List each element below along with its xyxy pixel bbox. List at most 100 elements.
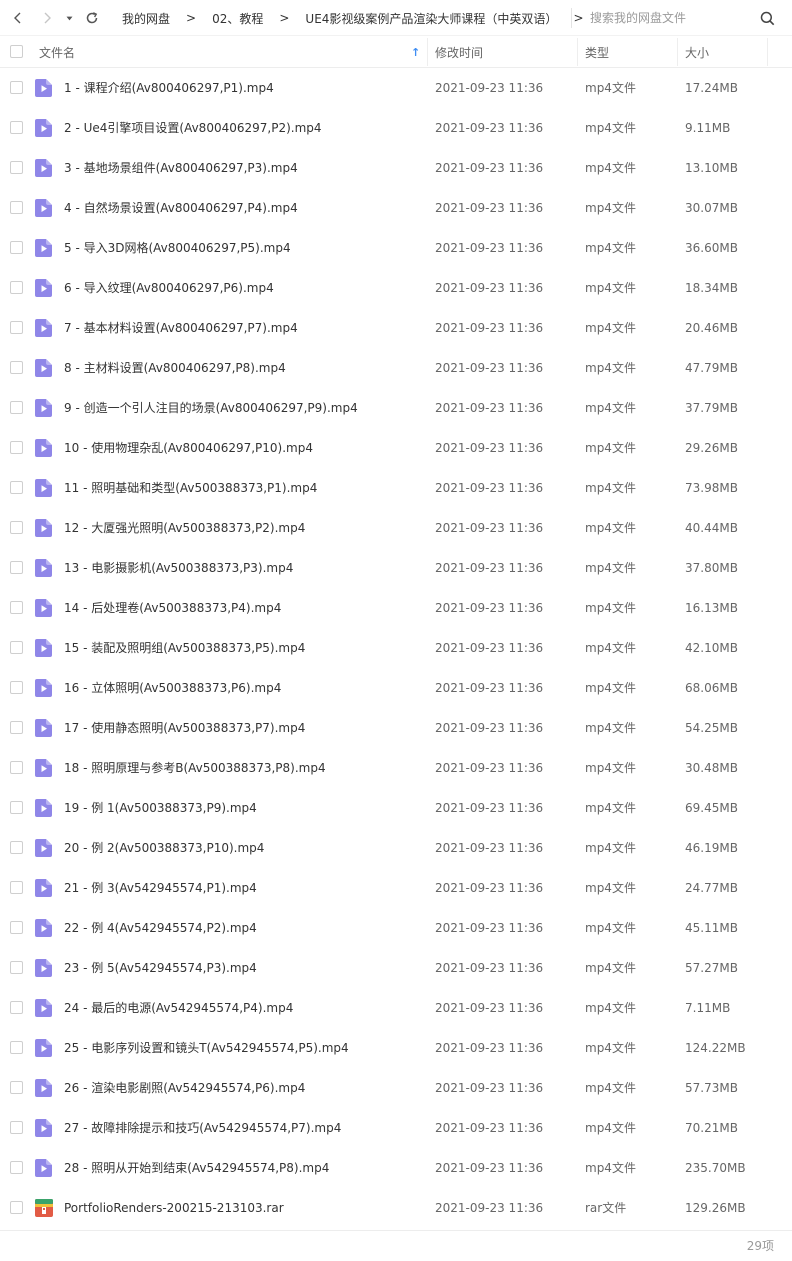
table-row[interactable]: 23 - 例 5(Av542945574,P3).mp4 2021-09-23 1… [0, 948, 792, 988]
table-row[interactable]: 19 - 例 1(Av500388373,P9).mp4 2021-09-23 1… [0, 788, 792, 828]
column-header-type[interactable]: 类型 [585, 36, 675, 68]
row-checkbox[interactable] [10, 641, 23, 654]
table-row[interactable]: 3 - 基地场景组件(Av800406297,P3).mp4 2021-09-23… [0, 148, 792, 188]
row-checkbox[interactable] [10, 481, 23, 494]
column-divider[interactable] [577, 38, 578, 66]
row-checkbox[interactable] [10, 161, 23, 174]
file-name[interactable]: 5 - 导入3D网格(Av800406297,P5).mp4 [64, 228, 291, 268]
row-checkbox[interactable] [10, 1081, 23, 1094]
file-name[interactable]: 8 - 主材料设置(Av800406297,P8).mp4 [64, 348, 286, 388]
file-name[interactable]: 15 - 装配及照明组(Av500388373,P5).mp4 [64, 628, 305, 668]
file-name[interactable]: 12 - 大厦强光照明(Av500388373,P2).mp4 [64, 508, 305, 548]
back-button[interactable] [7, 0, 29, 36]
row-checkbox[interactable] [10, 961, 23, 974]
column-header-name[interactable]: 文件名 ↑ [39, 36, 424, 68]
table-row[interactable]: 15 - 装配及照明组(Av500388373,P5).mp4 2021-09-2… [0, 628, 792, 668]
row-checkbox[interactable] [10, 561, 23, 574]
table-row[interactable]: PortfolioRenders-200215-213103.rar 2021-0… [0, 1188, 792, 1228]
file-name[interactable]: 27 - 故障排除提示和技巧(Av542945574,P7).mp4 [64, 1108, 341, 1148]
row-checkbox[interactable] [10, 721, 23, 734]
refresh-button[interactable] [81, 0, 103, 36]
file-name[interactable]: 1 - 课程介绍(Av800406297,P1).mp4 [64, 68, 274, 108]
column-header-modified[interactable]: 修改时间 [435, 36, 575, 68]
file-name[interactable]: 3 - 基地场景组件(Av800406297,P3).mp4 [64, 148, 298, 188]
row-checkbox[interactable] [10, 281, 23, 294]
table-row[interactable]: 4 - 自然场景设置(Av800406297,P4).mp4 2021-09-23… [0, 188, 792, 228]
file-name[interactable]: 6 - 导入纹理(Av800406297,P6).mp4 [64, 268, 274, 308]
file-name[interactable]: 26 - 渲染电影剧照(Av542945574,P6).mp4 [64, 1068, 305, 1108]
file-name[interactable]: 13 - 电影摄影机(Av500388373,P3).mp4 [64, 548, 293, 588]
file-name[interactable]: 24 - 最后的电源(Av542945574,P4).mp4 [64, 988, 293, 1028]
column-divider[interactable] [677, 38, 678, 66]
file-name[interactable]: 10 - 使用物理杂乱(Av800406297,P10).mp4 [64, 428, 313, 468]
history-dropdown-button[interactable] [61, 0, 77, 36]
row-checkbox[interactable] [10, 841, 23, 854]
table-row[interactable]: 17 - 使用静态照明(Av500388373,P7).mp4 2021-09-2… [0, 708, 792, 748]
table-row[interactable]: 26 - 渲染电影剧照(Av542945574,P6).mp4 2021-09-2… [0, 1068, 792, 1108]
file-name[interactable]: 11 - 照明基础和类型(Av500388373,P1).mp4 [64, 468, 317, 508]
search-button[interactable] [758, 9, 776, 27]
file-name[interactable]: 20 - 例 2(Av500388373,P10).mp4 [64, 828, 264, 868]
column-divider[interactable] [427, 38, 428, 66]
file-name[interactable]: 23 - 例 5(Av542945574,P3).mp4 [64, 948, 257, 988]
search-input[interactable] [590, 9, 750, 27]
table-row[interactable]: 6 - 导入纹理(Av800406297,P6).mp4 2021-09-23 1… [0, 268, 792, 308]
row-checkbox[interactable] [10, 361, 23, 374]
row-checkbox[interactable] [10, 81, 23, 94]
file-name[interactable]: 17 - 使用静态照明(Av500388373,P7).mp4 [64, 708, 305, 748]
table-row[interactable]: 24 - 最后的电源(Av542945574,P4).mp4 2021-09-23… [0, 988, 792, 1028]
row-checkbox[interactable] [10, 521, 23, 534]
file-name[interactable]: 22 - 例 4(Av542945574,P2).mp4 [64, 908, 257, 948]
file-name[interactable]: PortfolioRenders-200215-213103.rar [64, 1188, 284, 1228]
row-checkbox[interactable] [10, 201, 23, 214]
table-row[interactable]: 14 - 后处理卷(Av500388373,P4).mp4 2021-09-23 … [0, 588, 792, 628]
table-row[interactable]: 8 - 主材料设置(Av800406297,P8).mp4 2021-09-23 … [0, 348, 792, 388]
file-name[interactable]: 16 - 立体照明(Av500388373,P6).mp4 [64, 668, 281, 708]
row-checkbox[interactable] [10, 1201, 23, 1214]
forward-button[interactable] [36, 0, 58, 36]
table-row[interactable]: 25 - 电影序列设置和镜头T(Av542945574,P5).mp4 2021-… [0, 1028, 792, 1068]
table-row[interactable]: 9 - 创造一个引人注目的场景(Av800406297,P9).mp4 2021-… [0, 388, 792, 428]
table-row[interactable]: 16 - 立体照明(Av500388373,P6).mp4 2021-09-23 … [0, 668, 792, 708]
row-checkbox[interactable] [10, 881, 23, 894]
breadcrumb-item-current[interactable]: UE4影视级案例产品渲染大师课程（中英双语） [295, 10, 567, 27]
table-row[interactable]: 5 - 导入3D网格(Av800406297,P5).mp4 2021-09-23… [0, 228, 792, 268]
table-row[interactable]: 21 - 例 3(Av542945574,P1).mp4 2021-09-23 1… [0, 868, 792, 908]
file-name[interactable]: 9 - 创造一个引人注目的场景(Av800406297,P9).mp4 [64, 388, 358, 428]
row-checkbox[interactable] [10, 1161, 23, 1174]
row-checkbox[interactable] [10, 121, 23, 134]
table-row[interactable]: 18 - 照明原理与参考B(Av500388373,P8).mp4 2021-09… [0, 748, 792, 788]
row-checkbox[interactable] [10, 761, 23, 774]
row-checkbox[interactable] [10, 1041, 23, 1054]
row-checkbox[interactable] [10, 1121, 23, 1134]
breadcrumb-item-root[interactable]: 我的网盘 [112, 10, 180, 27]
table-row[interactable]: 28 - 照明从开始到结束(Av542945574,P8).mp4 2021-09… [0, 1148, 792, 1188]
table-row[interactable]: 13 - 电影摄影机(Av500388373,P3).mp4 2021-09-23… [0, 548, 792, 588]
table-row[interactable]: 22 - 例 4(Av542945574,P2).mp4 2021-09-23 1… [0, 908, 792, 948]
column-header-size[interactable]: 大小 [685, 36, 765, 68]
row-checkbox[interactable] [10, 241, 23, 254]
file-name[interactable]: 28 - 照明从开始到结束(Av542945574,P8).mp4 [64, 1148, 329, 1188]
file-name[interactable]: 21 - 例 3(Av542945574,P1).mp4 [64, 868, 257, 908]
file-name[interactable]: 2 - Ue4引擎项目设置(Av800406297,P2).mp4 [64, 108, 322, 148]
table-row[interactable]: 11 - 照明基础和类型(Av500388373,P1).mp4 2021-09-… [0, 468, 792, 508]
row-checkbox[interactable] [10, 441, 23, 454]
file-name[interactable]: 19 - 例 1(Av500388373,P9).mp4 [64, 788, 257, 828]
row-checkbox[interactable] [10, 321, 23, 334]
table-row[interactable]: 1 - 课程介绍(Av800406297,P1).mp4 2021-09-23 1… [0, 68, 792, 108]
row-checkbox[interactable] [10, 1001, 23, 1014]
file-name[interactable]: 25 - 电影序列设置和镜头T(Av542945574,P5).mp4 [64, 1028, 349, 1068]
row-checkbox[interactable] [10, 681, 23, 694]
row-checkbox[interactable] [10, 921, 23, 934]
column-divider[interactable] [767, 38, 768, 66]
select-all-checkbox[interactable] [10, 45, 23, 58]
breadcrumb-item-tutorials[interactable]: 02、教程 [202, 10, 273, 27]
table-row[interactable]: 12 - 大厦强光照明(Av500388373,P2).mp4 2021-09-2… [0, 508, 792, 548]
file-name[interactable]: 7 - 基本材料设置(Av800406297,P7).mp4 [64, 308, 298, 348]
row-checkbox[interactable] [10, 401, 23, 414]
file-name[interactable]: 18 - 照明原理与参考B(Av500388373,P8).mp4 [64, 748, 326, 788]
table-row[interactable]: 10 - 使用物理杂乱(Av800406297,P10).mp4 2021-09-… [0, 428, 792, 468]
file-name[interactable]: 4 - 自然场景设置(Av800406297,P4).mp4 [64, 188, 298, 228]
table-row[interactable]: 2 - Ue4引擎项目设置(Av800406297,P2).mp4 2021-09… [0, 108, 792, 148]
row-checkbox[interactable] [10, 801, 23, 814]
